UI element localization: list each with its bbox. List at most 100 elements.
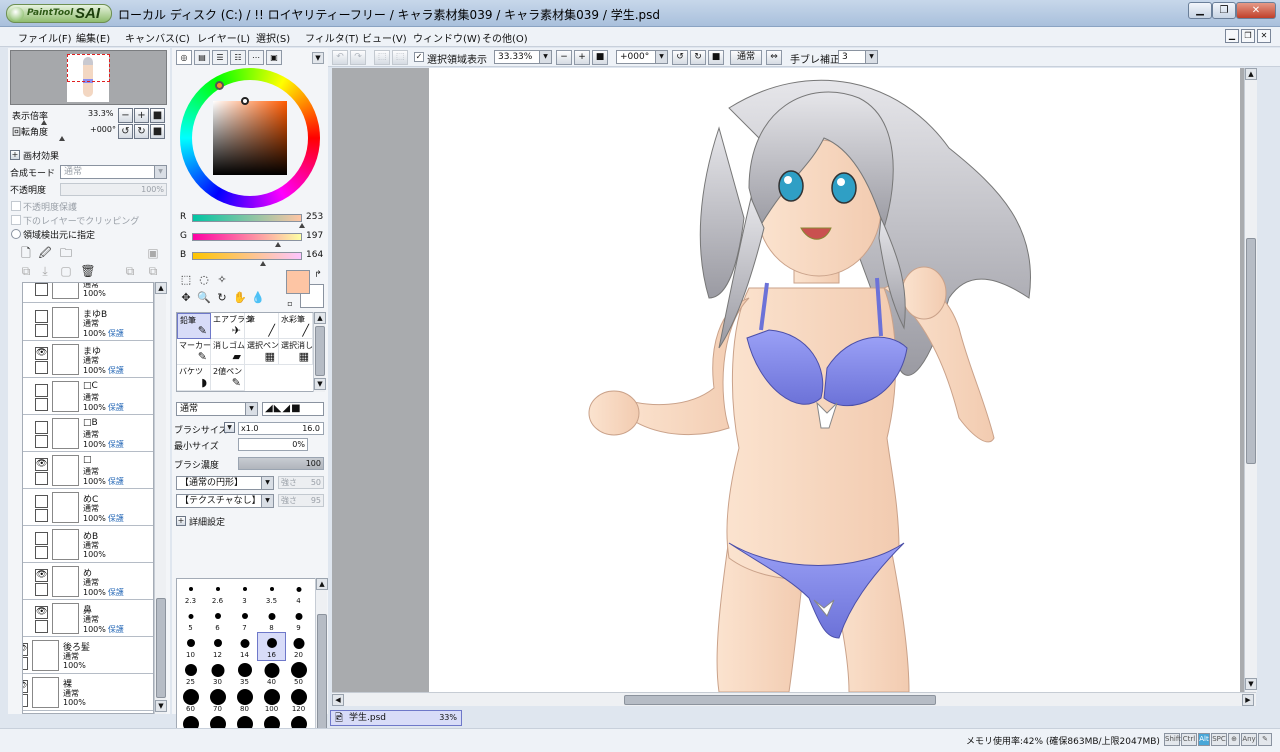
brush-size-60[interactable]: 60 [177, 687, 204, 714]
canvas-hscrollbar[interactable]: ◀ ▶ [332, 692, 1256, 706]
layer-list[interactable]: 通常 100% まゆB 通常 100% 保護 👁 まゆ 通常 100% 保護 □C … [22, 282, 154, 714]
foreground-color-swatch[interactable] [286, 270, 310, 294]
visibility-toggle[interactable] [35, 310, 48, 323]
visibility-toggle[interactable] [35, 283, 48, 296]
saturation-value-square[interactable] [213, 101, 287, 175]
minimize-button[interactable]: ▁ [1188, 2, 1212, 19]
lock-toggle[interactable] [35, 361, 48, 374]
zoom-out-button[interactable]: − [118, 108, 133, 123]
menu-filter[interactable]: フィルタ(T) [305, 30, 359, 45]
visibility-toggle[interactable] [35, 384, 48, 397]
stabilizer-select[interactable]: 3 ▼ [838, 50, 878, 64]
rotate-icon[interactable]: ↻ [214, 290, 230, 306]
eye-icon[interactable]: 👁 [35, 458, 48, 471]
layer-item[interactable]: 👁 □ 通常 100% 保護 [23, 453, 153, 489]
layer-item[interactable]: 👁 まゆ 通常 100% 保護 [23, 342, 153, 378]
menu-layer[interactable]: レイヤー(L) [197, 30, 250, 45]
brush-size-40[interactable]: 40 [258, 660, 285, 687]
scroll-right-icon[interactable]: ▶ [1242, 694, 1254, 706]
trash-icon[interactable]: 🗑 [80, 264, 96, 280]
close-button[interactable]: ✕ [1236, 2, 1276, 19]
brush-size-20[interactable]: 20 [285, 633, 312, 660]
menu-canvas[interactable]: キャンバス(C) [125, 30, 190, 45]
layer-item[interactable]: 👁 鼻 通常 100% 保護 [23, 601, 153, 637]
canvas-paper[interactable] [429, 68, 1240, 692]
new-layer-icon[interactable]: 🗋 [18, 246, 34, 262]
lock-toggle[interactable] [35, 509, 48, 522]
g-slider[interactable] [192, 233, 302, 241]
layer-item[interactable]: □C 通常 100% 保護 [23, 379, 153, 415]
brush-airbrush[interactable]: エアブラシ ✈ [211, 313, 253, 339]
move-icon[interactable]: ✥ [178, 290, 194, 306]
layer-scroll-thumb[interactable] [156, 598, 166, 698]
swap-colors-icon[interactable]: ↱ [310, 268, 326, 284]
lock-toggle[interactable] [35, 620, 48, 633]
mdi-restore-button[interactable]: ❐ [1241, 29, 1255, 43]
b-slider[interactable] [192, 252, 302, 260]
lock-toggle[interactable] [35, 583, 48, 596]
hue-picker-handle[interactable] [215, 81, 224, 90]
layer-scrollbar[interactable]: ▲ ▼ [154, 282, 167, 714]
brush-size-9[interactable]: 9 [285, 606, 312, 633]
brush-size-14[interactable]: 14 [231, 633, 258, 660]
brush-watercolor[interactable]: 水彩筆 ╱ [279, 313, 313, 339]
brush-size-70[interactable]: 70 [204, 687, 231, 714]
brush-marker[interactable]: マーカー ✎ [177, 339, 211, 365]
lock-toggle[interactable] [35, 398, 48, 411]
layer-item[interactable]: 👁 後ろ髪 通常 100% [23, 638, 153, 674]
layer-item[interactable]: 👁 め 通常 100% 保護 [23, 564, 153, 600]
size-multiplier-dropdown[interactable]: ▼ [224, 422, 235, 433]
lasso-icon[interactable]: ◌ [196, 272, 212, 288]
zoom-icon[interactable]: 🔍 [196, 290, 212, 306]
eye-icon[interactable]: 👁 [23, 643, 28, 656]
density-value[interactable]: 100 [238, 457, 324, 470]
show-selection-checkbox[interactable]: ✓ [414, 52, 424, 62]
rotate-reset-button[interactable]: ■ [150, 124, 165, 139]
layer-item[interactable]: 👁 裸 通常 100% [23, 675, 153, 711]
magic-wand-icon[interactable]: ✧ [214, 272, 230, 288]
opacity-value[interactable]: 100% [60, 183, 167, 196]
brush-bucket[interactable]: バケツ ◗ [177, 365, 211, 391]
toolbar-zoom-reset-button[interactable]: ■ [592, 50, 608, 65]
layer-mask-icon[interactable]: ▣ [145, 246, 161, 262]
size-scrollbar[interactable]: ▲ ▼ [315, 578, 328, 752]
brush-size-25[interactable]: 25 [177, 660, 204, 687]
menu-other[interactable]: その他(O) [482, 30, 528, 45]
toolbar-zoom-out-button[interactable]: − [556, 50, 572, 65]
menu-view[interactable]: ビュー(V) [362, 30, 407, 45]
flatten-icon[interactable]: ⧉ [145, 264, 161, 280]
document-tab[interactable]: 🖻 学生.psd 33% [330, 710, 462, 726]
visibility-toggle[interactable] [35, 495, 48, 508]
toolbar-rotate-reset-button[interactable]: ■ [708, 50, 724, 65]
menu-select[interactable]: 選択(S) [256, 30, 290, 45]
scroll-down-icon[interactable]: ▼ [314, 378, 326, 390]
zoom-reset-button[interactable]: ■ [150, 108, 165, 123]
texture-strength-field[interactable]: 強さ 95 [278, 494, 324, 507]
canvas-vscroll-thumb[interactable] [1246, 238, 1256, 464]
brush-size-7[interactable]: 7 [231, 606, 258, 633]
r-slider-handle[interactable] [299, 223, 305, 228]
merge-down-icon[interactable]: ⤓ [37, 264, 53, 280]
mdi-minimize-button[interactable]: ▁ [1225, 29, 1239, 43]
flip-view-icon[interactable]: ⇔ [766, 50, 782, 65]
rotate-left-button[interactable]: ↺ [118, 124, 133, 139]
brush-size-120[interactable]: 120 [285, 687, 312, 714]
brush-size-field[interactable]: x1.0 16.0 [238, 422, 324, 435]
new-folder-icon[interactable]: 🗀 [58, 246, 74, 262]
eye-icon[interactable]: 👁 [35, 569, 48, 582]
layer-item[interactable]: めB 通常 100% [23, 527, 153, 563]
brush-size-50[interactable]: 50 [285, 660, 312, 687]
scroll-left-icon[interactable]: ◀ [332, 694, 344, 706]
mdi-close-button[interactable]: ✕ [1257, 29, 1271, 43]
scroll-up-icon[interactable]: ▲ [316, 578, 328, 590]
redo-button[interactable]: ↷ [350, 50, 366, 65]
toolbar-rotation-select[interactable]: +000° ▼ [616, 50, 668, 64]
visibility-toggle[interactable] [35, 532, 48, 545]
eye-icon[interactable]: 👁 [35, 606, 48, 619]
rotation-slider-handle[interactable] [59, 136, 65, 141]
clip-lower-checkbox[interactable] [11, 215, 21, 225]
brush-size-2.3[interactable]: 2.3 [177, 579, 204, 606]
menu-edit[interactable]: 編集(E) [76, 30, 110, 45]
toolbar-rotate-right-button[interactable]: ↻ [690, 50, 706, 65]
blend-mode-select[interactable]: 通常 ▼ [60, 165, 167, 179]
